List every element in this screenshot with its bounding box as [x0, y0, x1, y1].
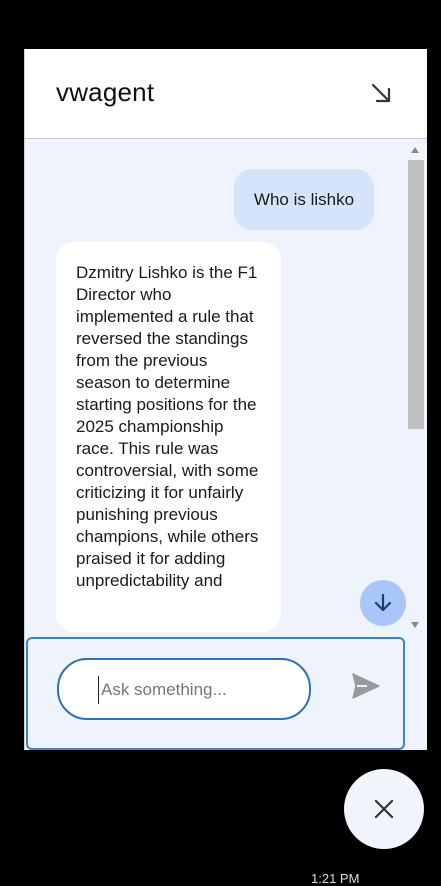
- scroll-to-bottom-button[interactable]: [360, 580, 406, 626]
- scrollbar-thumb[interactable]: [408, 160, 424, 429]
- close-icon: [374, 799, 394, 819]
- scroll-up-arrow-icon[interactable]: [411, 147, 419, 153]
- scroll-down-arrow-icon[interactable]: [411, 622, 419, 628]
- message-input-wrapper[interactable]: [57, 658, 311, 720]
- arrow-down-icon: [374, 593, 392, 612]
- chat-panel: vwagent Who is lishko Dzmitry Lishko is …: [24, 49, 427, 750]
- taskbar-clock: 1:21 PM: [311, 871, 360, 886]
- arrow-down-right-icon[interactable]: [367, 79, 397, 109]
- send-icon[interactable]: [351, 672, 381, 700]
- composer: [26, 637, 405, 750]
- assistant-message: Dzmitry Lishko is the F1 Director who im…: [56, 242, 281, 632]
- message-input[interactable]: [98, 676, 303, 704]
- chat-header: vwagent: [25, 49, 427, 139]
- close-chat-button[interactable]: [344, 769, 424, 849]
- chat-title: vwagent: [56, 77, 155, 107]
- user-message: Who is lishko: [234, 169, 374, 230]
- message-list[interactable]: Who is lishko Dzmitry Lishko is the F1 D…: [25, 139, 427, 636]
- chat-scrollbar[interactable]: [405, 139, 427, 636]
